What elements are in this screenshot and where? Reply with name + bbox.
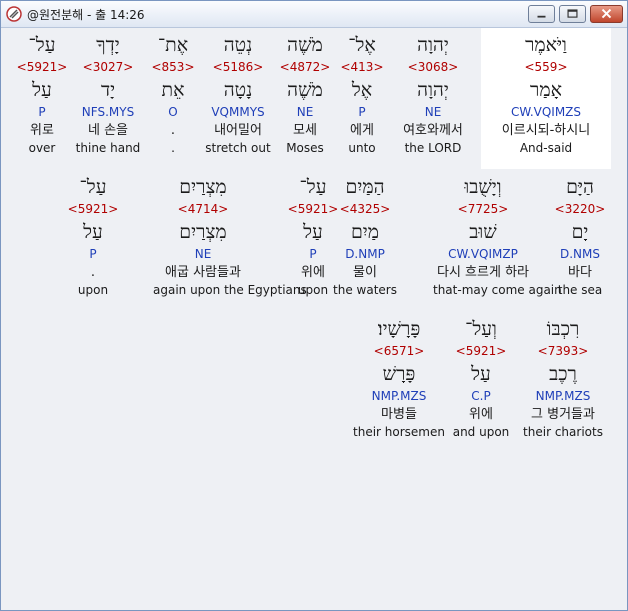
- word-card[interactable]: וַיֹּאמֶר <559> אָמַר CW.VQIMZS 이르시되-하시니…: [496, 32, 596, 157]
- morphology-code: P: [309, 247, 317, 261]
- lemma: עַל: [303, 221, 323, 243]
- word-card[interactable]: הַיָּם <3220> יָם D.NMS 바다 the sea: [530, 174, 628, 299]
- morphology-code: P: [38, 105, 46, 119]
- strong-number[interactable]: <5921>: [0, 58, 92, 76]
- minimize-icon: [537, 15, 546, 18]
- english-gloss: again upon the Egyptians: [153, 283, 307, 297]
- word-card[interactable]: עַל־ <5921> עַל P 위에 upon: [263, 174, 363, 299]
- minimize-button[interactable]: [528, 5, 555, 23]
- lemma: יָם: [571, 221, 589, 243]
- word-card[interactable]: עַל־ <5921> עַל P . upon: [43, 174, 143, 299]
- korean-gloss: .: [90, 265, 96, 280]
- strong-number[interactable]: <5921>: [43, 200, 143, 218]
- hebrew-word: וַיֹּאמֶר: [525, 34, 567, 56]
- english-gloss: over: [28, 141, 56, 155]
- korean-gloss: 애굽 사람들과: [165, 265, 241, 280]
- hebrew-word: פָּרָשָׁיו׃: [377, 318, 421, 340]
- korean-gloss: 위로: [30, 123, 54, 138]
- hebrew-word: עַל־: [28, 34, 56, 56]
- word-card[interactable]: מִצְרַיִם <4714> מִצְרַיִם NE 애굽 사람들과 ag…: [153, 174, 307, 299]
- english-gloss: And-said: [519, 141, 573, 155]
- window-title: @원전분해 - 출 14:26: [27, 8, 145, 22]
- english-gloss: upon: [77, 283, 109, 297]
- app-window: @원전분해 - 출 14:26 וַיֹּאמֶר <559> אָמַר CW…: [0, 0, 628, 611]
- korean-gloss: 마병들: [381, 407, 417, 422]
- korean-gloss: 다시 흐르게 하라: [437, 265, 529, 280]
- lemma: עַל: [83, 221, 103, 243]
- hebrew-word: הַיָּם: [566, 176, 594, 198]
- korean-gloss: 이르시되-하시니: [501, 123, 591, 138]
- morphology-code: P: [89, 247, 97, 261]
- hebrew-word: וְיָשֻׁבוּ: [464, 176, 502, 198]
- morphology-code: CW.VQIMZS: [510, 105, 582, 119]
- title-bar[interactable]: @원전분해 - 출 14:26: [1, 1, 627, 28]
- interlinear-view[interactable]: וַיֹּאמֶר <559> אָמַר CW.VQIMZS 이르시되-하시니…: [3, 28, 625, 608]
- english-gloss: their horsemen: [353, 425, 445, 439]
- korean-gloss: 바다: [568, 265, 592, 280]
- close-icon: [601, 8, 612, 19]
- close-button[interactable]: [590, 5, 623, 23]
- maximize-button[interactable]: [559, 5, 586, 23]
- word-card[interactable]: עַל־ <5921> עַל P 위로 over: [0, 32, 92, 157]
- strong-number[interactable]: <3220>: [530, 200, 628, 218]
- word-card[interactable]: פָּרָשָׁיו׃ <6571> פָּרָשׁ NMP.MZS 마병들 t…: [349, 316, 449, 441]
- morphology-code: NMP.MZS: [371, 389, 427, 403]
- english-gloss: that-may come again: [433, 283, 562, 297]
- morphology-code: NE: [194, 247, 212, 261]
- lemma: עַל: [32, 79, 52, 101]
- korean-gloss: 위에: [301, 265, 325, 280]
- hebrew-word: עַל־: [79, 176, 107, 198]
- hebrew-word: עַל־: [299, 176, 327, 198]
- hebrew-word: מִצְרַיִם: [179, 176, 227, 198]
- lemma: מִצְרַיִם: [179, 221, 227, 243]
- strong-number[interactable]: <559>: [496, 58, 596, 76]
- strong-number[interactable]: <4714>: [153, 200, 253, 218]
- lemma: פָּרָשׁ: [382, 363, 416, 385]
- strong-number[interactable]: <5921>: [263, 200, 363, 218]
- app-icon: [6, 6, 22, 22]
- word-card[interactable]: וְיָשֻׁבוּ <7725> שׁוּב CW.VQIMZP 다시 흐르게…: [433, 174, 562, 299]
- strong-number[interactable]: <7725>: [433, 200, 533, 218]
- lemma: אָמַר: [530, 79, 562, 101]
- morphology-code: CW.VQIMZP: [448, 247, 518, 261]
- strong-number[interactable]: <6571>: [349, 342, 449, 360]
- morphology-code: D.NMS: [559, 247, 600, 261]
- lemma: שׁוּב: [469, 221, 497, 243]
- maximize-icon: [567, 9, 578, 18]
